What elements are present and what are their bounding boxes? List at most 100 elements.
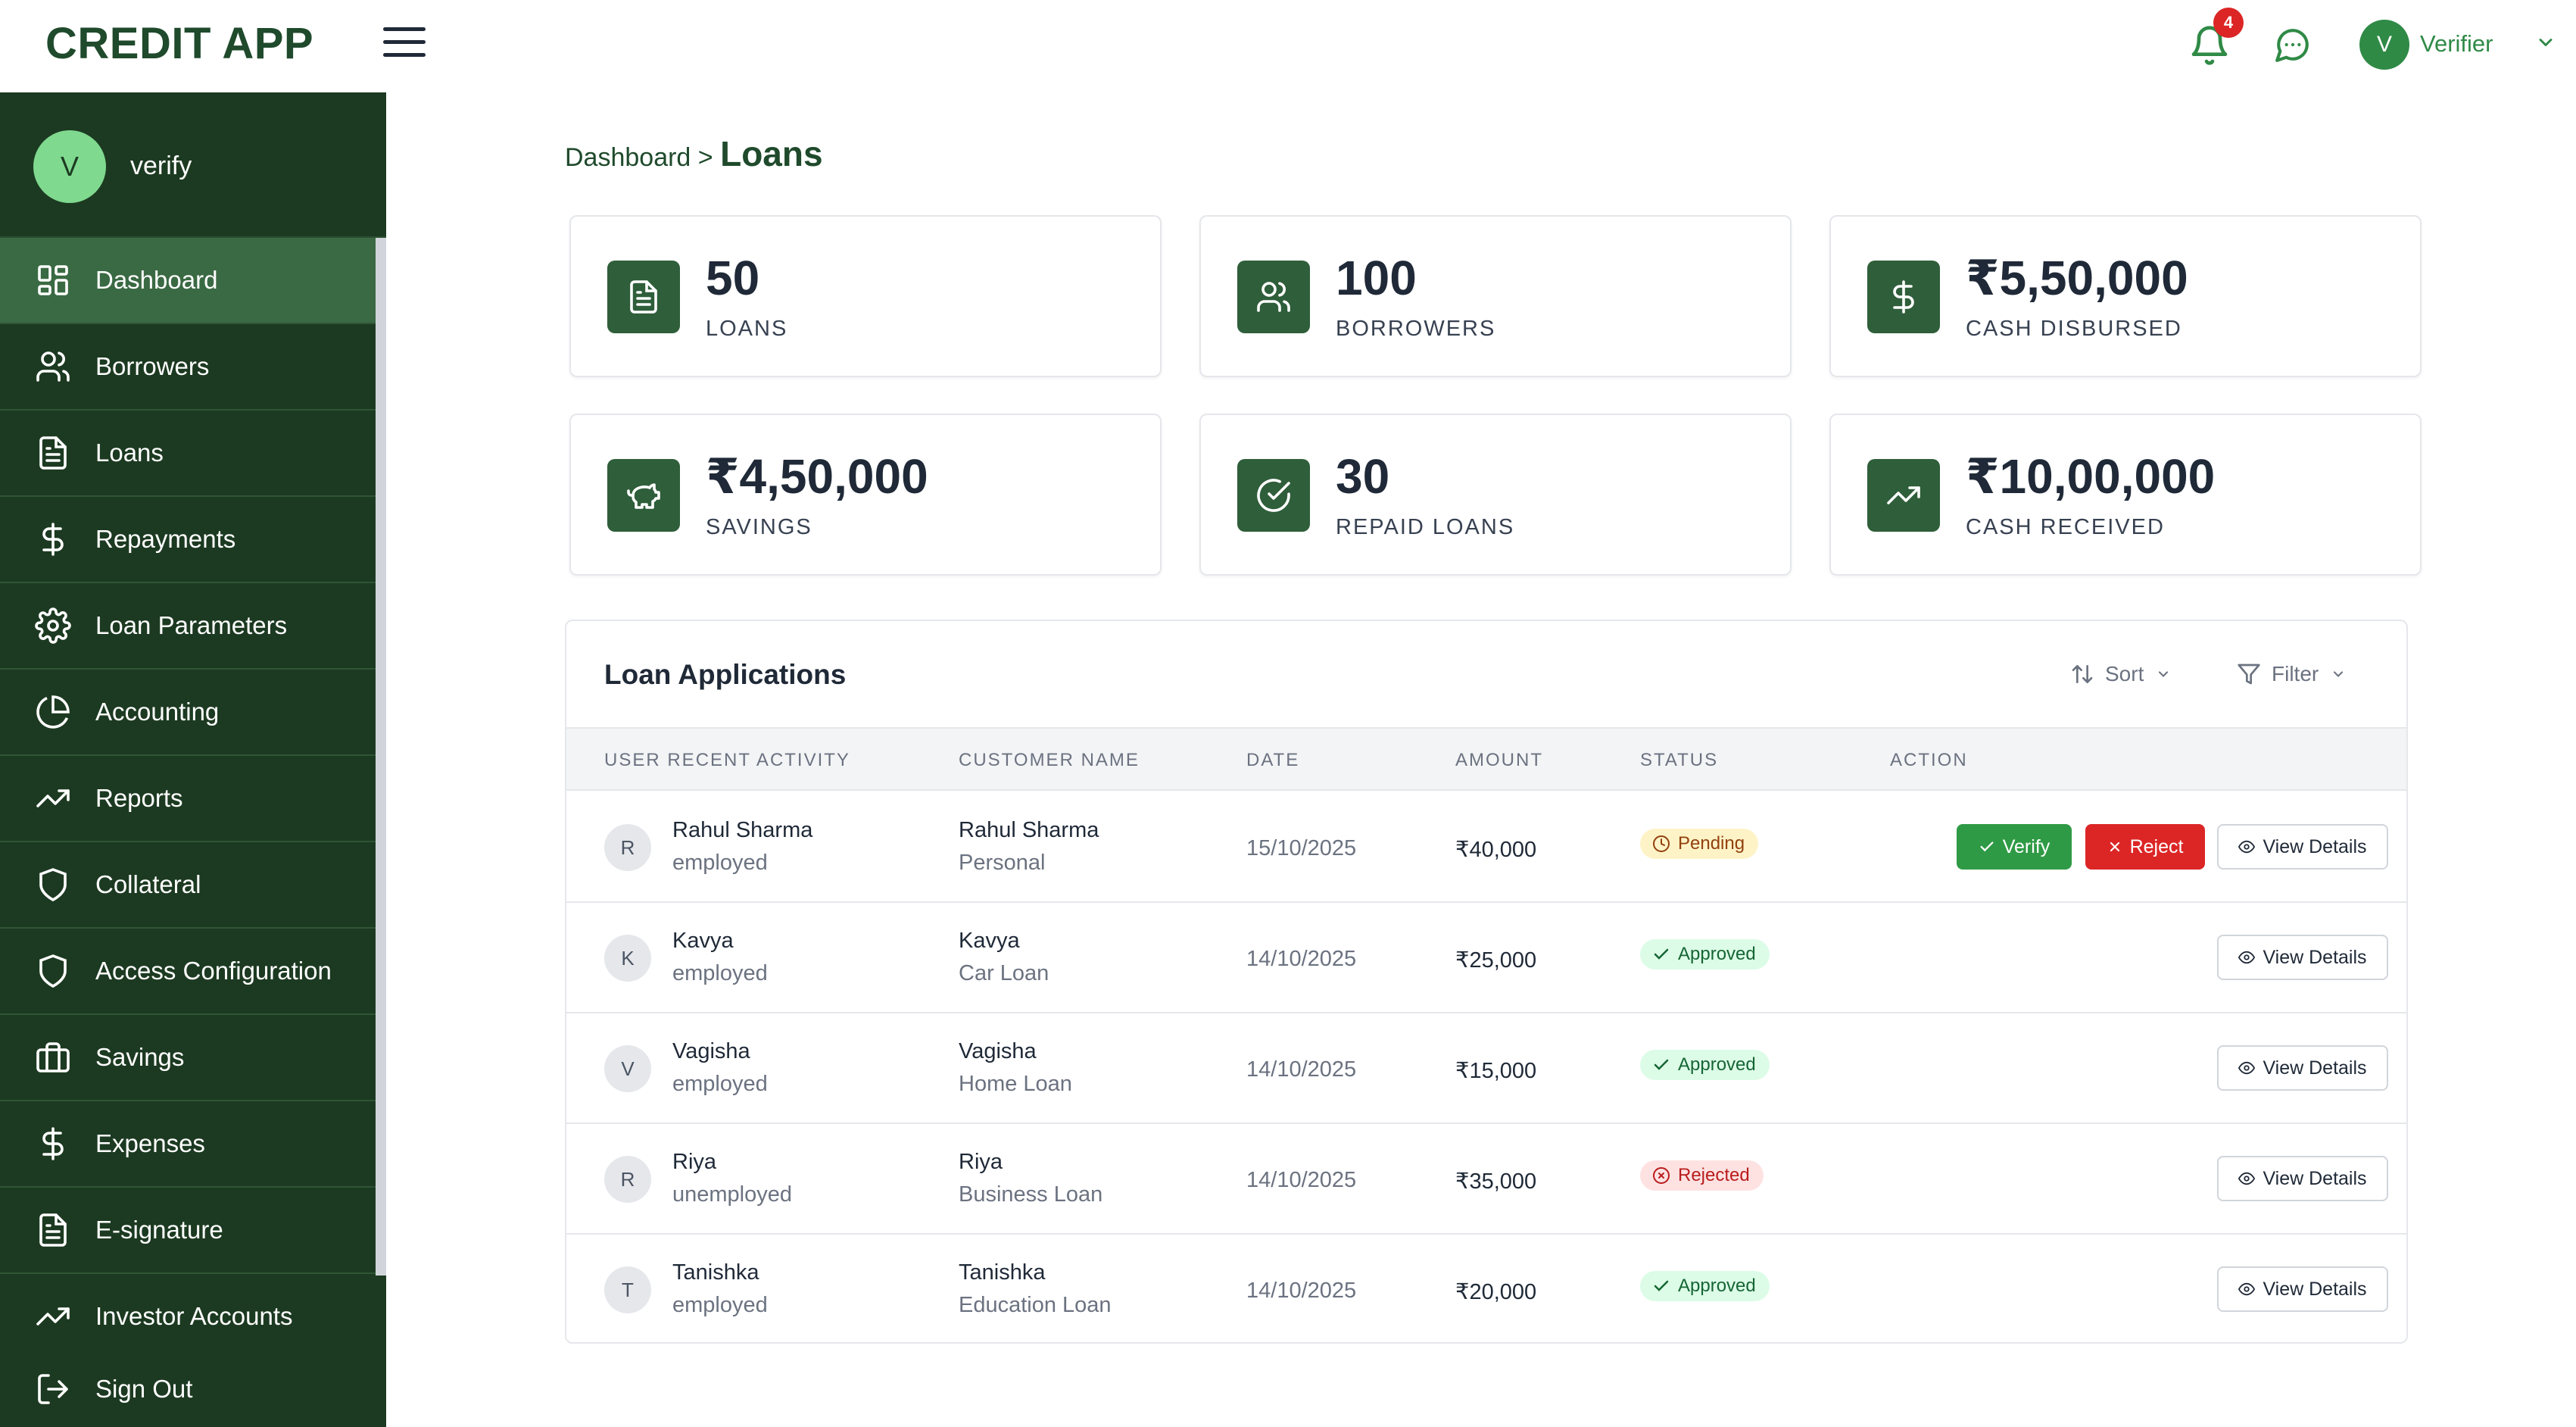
sidebar-item-accounting[interactable]: Accounting bbox=[0, 670, 376, 756]
sign-out-label: Sign Out bbox=[95, 1375, 193, 1403]
dollar-icon bbox=[42, 1127, 64, 1160]
check-icon bbox=[1980, 842, 1994, 852]
sidebar-item-repayments[interactable]: Repayments bbox=[0, 497, 376, 583]
sidebar-item-investor-accounts[interactable]: Investor Accounts bbox=[0, 1274, 376, 1360]
sidebar-profile: V verify bbox=[0, 92, 386, 238]
table-header: USER RECENT ACTIVITY CUSTOMER NAME DATE … bbox=[566, 727, 2406, 791]
sidebar-item-loan-parameters[interactable]: Loan Parameters bbox=[0, 583, 376, 670]
document-icon bbox=[607, 261, 680, 333]
check-circle-icon bbox=[1237, 459, 1310, 532]
sort-button[interactable]: Sort bbox=[2070, 657, 2181, 691]
profile-avatar: V bbox=[33, 130, 106, 203]
verify-button[interactable]: Verify bbox=[1957, 824, 2072, 870]
row-avatar: K bbox=[604, 935, 651, 982]
loan-amount: ₹40,000 bbox=[1455, 838, 1537, 862]
sidebar-item-loans[interactable]: Loans bbox=[0, 411, 376, 497]
view-details-button[interactable]: View Details bbox=[2217, 1045, 2388, 1091]
sign-out-button[interactable]: Sign Out bbox=[0, 1351, 386, 1427]
sidebar-item-expenses[interactable]: Expenses bbox=[0, 1101, 376, 1188]
sidebar-item-label: Access Configuration bbox=[95, 957, 332, 985]
table-row: K Kavya employed Kavya Car Loan 14/10/2025… bbox=[566, 903, 2406, 1013]
sidebar-item-borrowers[interactable]: Borrowers bbox=[0, 324, 376, 411]
filter-button[interactable]: Filter bbox=[2237, 657, 2356, 691]
loan-amount: ₹35,000 bbox=[1455, 1169, 1537, 1194]
users-icon bbox=[1237, 261, 1310, 333]
chat-icon[interactable] bbox=[2274, 26, 2312, 64]
stat-value: ₹10,00,000 bbox=[1966, 449, 2216, 504]
trend-up-icon bbox=[1867, 459, 1940, 532]
user-name: Tanishka bbox=[672, 1260, 759, 1285]
view-details-label: View Details bbox=[2263, 1167, 2367, 1189]
status-badge: Approved bbox=[1640, 1271, 1770, 1301]
status-label: Pending bbox=[1678, 833, 1745, 854]
view-details-button[interactable]: View Details bbox=[2217, 824, 2388, 870]
sidebar-item-label: Investor Accounts bbox=[95, 1302, 293, 1330]
loan-date: 14/10/2025 bbox=[1246, 947, 1357, 971]
status-badge: Rejected bbox=[1640, 1160, 1764, 1191]
column-header: ACTION bbox=[1890, 750, 1968, 770]
sidebar-item-label: Reports bbox=[95, 784, 183, 812]
stat-value: 30 bbox=[1336, 449, 1390, 504]
employment-status: employed bbox=[672, 851, 768, 875]
employment-status: employed bbox=[672, 961, 768, 985]
profile-name: verify bbox=[130, 151, 192, 180]
trend-up-icon bbox=[36, 1307, 70, 1326]
stat-card-savings: ₹4,50,000 SAVINGS bbox=[569, 414, 1162, 576]
sign-out-icon bbox=[38, 1374, 68, 1404]
row-avatar: T bbox=[604, 1266, 651, 1313]
clock-icon bbox=[1653, 835, 1670, 852]
sidebar-scrollbar[interactable] bbox=[376, 238, 386, 1276]
view-details-label: View Details bbox=[2263, 1278, 2367, 1300]
view-details-button[interactable]: View Details bbox=[2217, 1266, 2388, 1312]
sidebar-item-label: Loans bbox=[95, 439, 164, 467]
view-details-button[interactable]: View Details bbox=[2217, 935, 2388, 980]
stat-label: REPAID LOANS bbox=[1336, 515, 1515, 539]
employment-status: unemployed bbox=[672, 1182, 792, 1207]
breadcrumb: Dashboard > Loans bbox=[565, 133, 823, 174]
row-avatar: R bbox=[604, 1156, 651, 1203]
status-label: Approved bbox=[1678, 1276, 1756, 1296]
chevron-down-icon[interactable] bbox=[2535, 35, 2556, 50]
row-avatar: V bbox=[604, 1045, 651, 1092]
piggy-bank-icon bbox=[607, 459, 680, 532]
eye-icon bbox=[2238, 1282, 2256, 1296]
shield-icon bbox=[39, 868, 67, 902]
sidebar-item-savings[interactable]: Savings bbox=[0, 1015, 376, 1101]
column-header: CUSTOMER NAME bbox=[959, 750, 1140, 770]
loan-applications-card: Loan Applications Sort Filter USER RECEN… bbox=[565, 620, 2408, 1344]
sidebar-item-reports[interactable]: Reports bbox=[0, 756, 376, 842]
stat-card-loans: 50 LOANS bbox=[569, 215, 1162, 377]
breadcrumb-parent[interactable]: Dashboard bbox=[565, 143, 691, 172]
loan-date: 15/10/2025 bbox=[1246, 836, 1357, 860]
dollar-icon bbox=[42, 523, 64, 556]
eye-icon bbox=[2238, 951, 2256, 964]
sidebar-item-dashboard[interactable]: Dashboard bbox=[0, 238, 376, 324]
document-icon bbox=[39, 436, 67, 470]
sidebar-item-label: Savings bbox=[95, 1043, 185, 1071]
user-name: Vagisha bbox=[672, 1039, 750, 1063]
user-menu-name[interactable]: Verifier bbox=[2420, 30, 2493, 58]
loan-date: 14/10/2025 bbox=[1246, 1057, 1357, 1082]
stat-card-repaid-loans: 30 REPAID LOANS bbox=[1199, 414, 1792, 576]
status-badge: Pending bbox=[1640, 829, 1759, 859]
sidebar-item-e-signature[interactable]: E-signature bbox=[0, 1188, 376, 1274]
sidebar-item-access-configuration[interactable]: Access Configuration bbox=[0, 929, 376, 1015]
view-details-button[interactable]: View Details bbox=[2217, 1156, 2388, 1201]
verify-label: Verify bbox=[2002, 835, 2051, 857]
column-header: STATUS bbox=[1640, 750, 1719, 770]
reject-button[interactable]: Reject bbox=[2085, 824, 2205, 870]
stat-value: ₹4,50,000 bbox=[706, 449, 928, 504]
stat-label: CASH RECEIVED bbox=[1966, 515, 2165, 539]
x-circle-icon bbox=[1653, 1167, 1670, 1184]
user-avatar[interactable]: V bbox=[2359, 20, 2409, 70]
sidebar-item-collateral[interactable]: Collateral bbox=[0, 842, 376, 929]
sidebar: V verify Dashboard Borrowers Loans Repay… bbox=[0, 92, 386, 1427]
column-header: USER RECENT ACTIVITY bbox=[604, 750, 850, 770]
sidebar-item-label: Expenses bbox=[95, 1129, 205, 1157]
hamburger-menu-icon[interactable] bbox=[383, 27, 426, 61]
users-icon bbox=[36, 351, 70, 382]
check-icon bbox=[1654, 1280, 1669, 1291]
close-icon bbox=[2110, 842, 2119, 852]
table-title: Loan Applications bbox=[604, 659, 847, 690]
stat-label: SAVINGS bbox=[706, 515, 812, 539]
